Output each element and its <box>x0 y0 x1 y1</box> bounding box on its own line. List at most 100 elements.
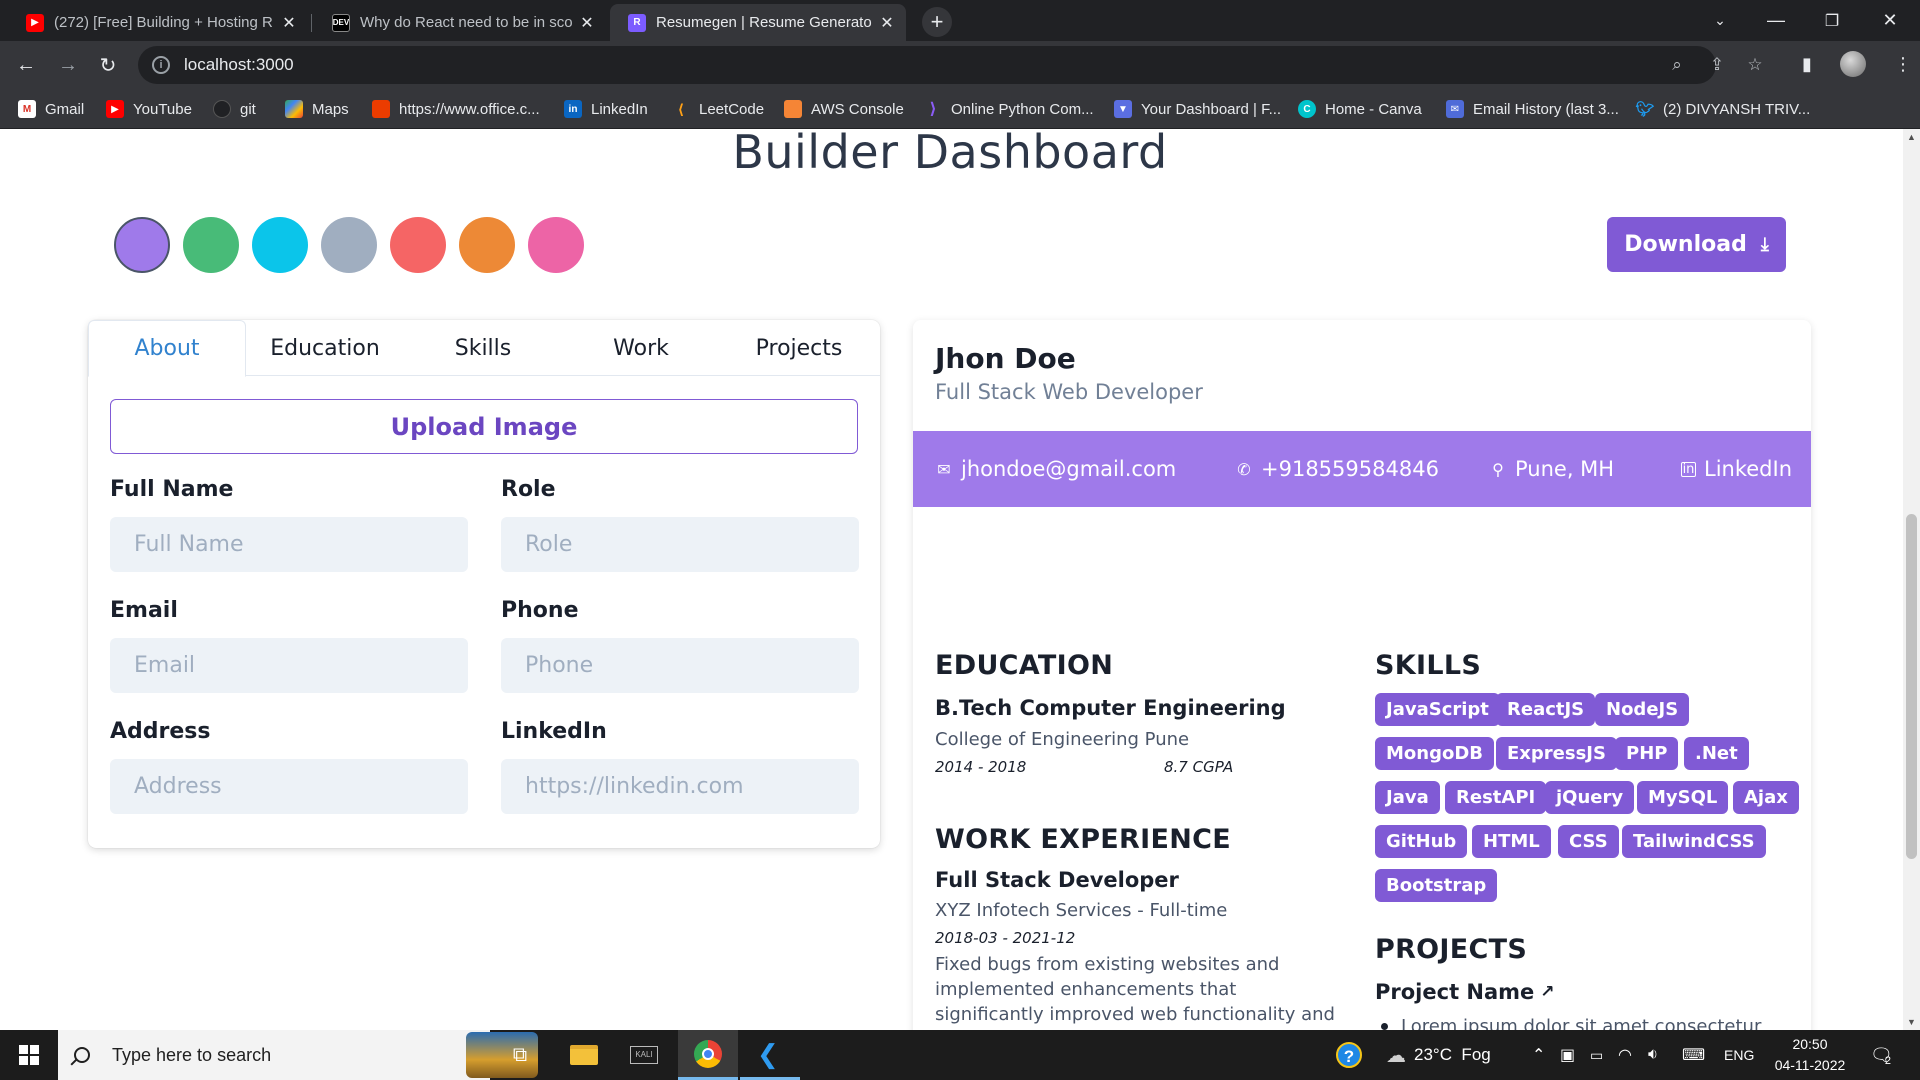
aws-icon <box>784 100 802 118</box>
theme-color-cyan[interactable] <box>252 217 308 273</box>
bookmark-maps[interactable]: Maps <box>285 89 349 129</box>
work-title: Full Stack Developer <box>935 868 1179 892</box>
taskbar-search[interactable]: Type here to search <box>58 1030 538 1080</box>
scroll-down-icon[interactable]: ▼ <box>1903 1014 1920 1030</box>
bookmark-aws[interactable]: AWS Console <box>784 89 904 129</box>
bookmark-gmail[interactable]: M Gmail <box>18 89 84 129</box>
tab-search-icon[interactable]: ⌄ <box>1692 0 1748 41</box>
scroll-thumb[interactable] <box>1906 514 1917 859</box>
profile-avatar[interactable] <box>1840 51 1866 77</box>
language-indicator[interactable]: ENG <box>1724 1030 1754 1080</box>
phone-input[interactable] <box>501 638 859 693</box>
bookmark-twitter[interactable]: 🐦︎ (2) DIVYANSH TRIV... <box>1635 89 1810 129</box>
page-scrollbar[interactable]: ▲ ▼ <box>1903 129 1920 1030</box>
role-input[interactable] <box>501 517 859 572</box>
tab-work[interactable]: Work <box>562 320 720 376</box>
upload-image-button[interactable]: Upload Image <box>110 399 858 454</box>
download-button[interactable]: Download ⤓ <box>1607 217 1786 272</box>
bookmark-python[interactable]: ⟩ Online Python Com... <box>924 89 1093 129</box>
email-input[interactable] <box>110 638 468 693</box>
reload-button[interactable]: ↻ <box>92 49 124 81</box>
theme-color-purple[interactable] <box>114 217 170 273</box>
close-tab-icon[interactable]: ✕ <box>578 13 596 33</box>
theme-color-gray[interactable] <box>321 217 377 273</box>
scroll-up-icon[interactable]: ▲ <box>1903 129 1920 145</box>
skill-tag: MySQL <box>1637 781 1729 814</box>
close-tab-icon[interactable]: ✕ <box>878 13 896 33</box>
weather-widget[interactable]: ☁ 23°C Fog <box>1386 1030 1491 1080</box>
taskbar-clock[interactable]: 20:50 04-11-2022 <box>1770 1034 1850 1076</box>
close-tab-icon[interactable]: ✕ <box>280 13 298 33</box>
help-icon[interactable]: ? <box>1336 1030 1362 1080</box>
linkedin-input[interactable] <box>501 759 859 814</box>
browser-tab-resumegen[interactable]: R Resumegen | Resume Generator ✕ <box>610 4 906 41</box>
address-url[interactable]: localhost:3000 <box>184 55 294 75</box>
zoom-icon[interactable]: ⌕ <box>1666 55 1688 75</box>
share-icon[interactable]: ⇪ <box>1706 55 1728 75</box>
theme-color-orange[interactable] <box>459 217 515 273</box>
theme-color-green[interactable] <box>183 217 239 273</box>
form-tabs: About Education Skills Work Projects <box>88 320 880 377</box>
tab-about[interactable]: About <box>88 320 246 377</box>
tab-education[interactable]: Education <box>246 320 404 376</box>
kali-terminal-icon[interactable]: KALI <box>614 1030 674 1080</box>
file-explorer-icon[interactable] <box>554 1030 614 1080</box>
project-name[interactable]: Project Name ↗ <box>1375 980 1555 1004</box>
meet-now-icon[interactable]: ▣ <box>1560 1030 1575 1080</box>
new-tab-button[interactable]: + <box>922 7 952 37</box>
battery-icon[interactable]: ▭ <box>1590 1030 1603 1080</box>
task-view-icon[interactable]: ⧉ <box>490 1030 550 1080</box>
bookmark-label: Gmail <box>45 100 85 118</box>
work-heading: WORK EXPERIENCE <box>935 824 1231 855</box>
back-button[interactable]: ← <box>10 49 42 81</box>
site-info-icon[interactable]: i <box>152 56 170 74</box>
restore-button[interactable]: ❐ <box>1804 0 1860 41</box>
tab-skills[interactable]: Skills <box>404 320 562 376</box>
show-hidden-icons[interactable]: ⌃ <box>1532 1030 1545 1080</box>
theme-color-red[interactable] <box>390 217 446 273</box>
full-name-input[interactable] <box>110 517 468 572</box>
close-window-button[interactable]: ✕ <box>1862 0 1918 41</box>
external-link-icon[interactable]: ↗ <box>1540 982 1554 1002</box>
skill-tag: PHP <box>1615 737 1679 770</box>
contact-phone: ✆ +918559584846 <box>1235 431 1439 507</box>
bookmark-youtube[interactable]: ▶ YouTube <box>106 89 192 129</box>
bookmark-office[interactable]: https://www.office.c... <box>372 89 540 129</box>
notification-center[interactable]: 🗨︎ 2 <box>1870 1030 1893 1080</box>
bookmark-dashboard[interactable]: ▼ Your Dashboard | F... <box>1114 89 1281 129</box>
tab-projects[interactable]: Projects <box>720 320 878 376</box>
contact-linkedin[interactable]: in LinkedIn <box>1681 431 1792 507</box>
bookmark-canva[interactable]: C Home - Canva <box>1298 89 1422 129</box>
address-bar[interactable]: i localhost:3000 ⌕ ⇪ ☆ <box>138 46 1763 84</box>
download-icon: ⤓ <box>1760 234 1769 255</box>
bookmark-label: AWS Console <box>811 100 904 118</box>
wifi-icon[interactable]: ◠ <box>1618 1030 1632 1080</box>
bookmark-leetcode[interactable]: ⟨ LeetCode <box>672 89 764 129</box>
volume-icon[interactable]: 🔉︎ <box>1648 1030 1658 1080</box>
education-years: 2014 - 2018 <box>935 758 1027 776</box>
project-name-text: Project Name <box>1375 980 1535 1004</box>
work-dates: 2018-03 - 2021-12 <box>935 929 1076 947</box>
menu-kebab-icon[interactable]: ⋮ <box>1894 54 1912 75</box>
forward-button[interactable]: → <box>52 49 84 81</box>
search-icon <box>74 1047 90 1063</box>
theme-color-pink[interactable] <box>528 217 584 273</box>
start-button[interactable] <box>0 1030 58 1080</box>
vscode-icon[interactable]: ❮ <box>740 1030 800 1080</box>
chrome-icon[interactable] <box>678 1030 738 1080</box>
bookmark-star-icon[interactable]: ☆ <box>1744 55 1766 75</box>
browser-tab-title: (272) [Free] Building + Hosting R <box>54 14 273 31</box>
side-panel-icon[interactable]: ▮ <box>1802 54 1812 75</box>
browser-tab-title: Resumegen | Resume Generator <box>656 14 872 31</box>
address-input[interactable] <box>110 759 468 814</box>
bookmark-linkedin[interactable]: in LinkedIn <box>564 89 648 129</box>
bookmark-git[interactable]: git <box>213 89 256 129</box>
bookmark-email-history[interactable]: ✉ Email History (last 3... <box>1446 89 1619 129</box>
linkedin-label: LinkedIn <box>501 719 607 744</box>
keyboard-icon[interactable]: ⌨ <box>1682 1030 1705 1080</box>
education-degree: B.Tech Computer Engineering <box>935 696 1286 720</box>
browser-tab-dev[interactable]: DEV Why do React need to be in scop ✕ <box>314 4 606 41</box>
browser-tab-youtube[interactable]: ▶ (272) [Free] Building + Hosting R ✕ <box>8 4 308 41</box>
tab-separator <box>311 14 312 32</box>
minimize-button[interactable]: — <box>1748 0 1804 41</box>
